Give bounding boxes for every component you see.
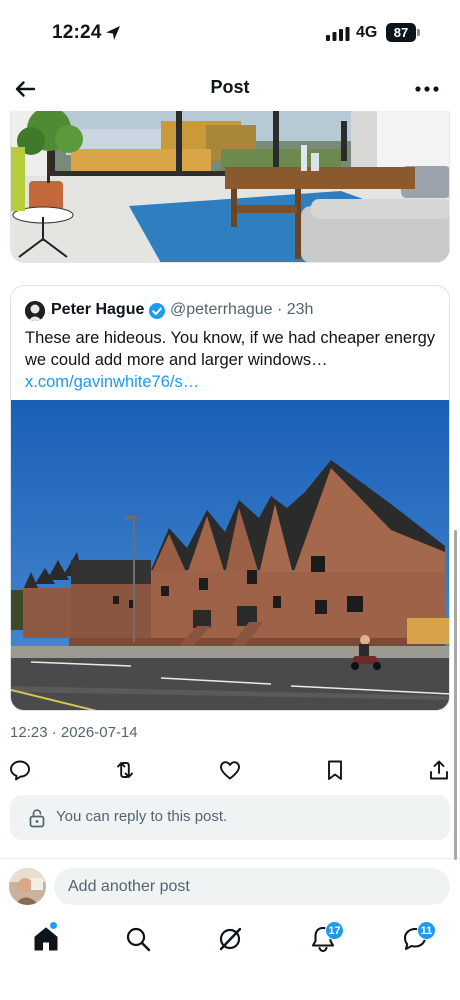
messages-badge: 11 (417, 921, 436, 940)
repost-icon[interactable] (113, 758, 137, 782)
network-type: 4G (356, 24, 378, 41)
add-post-input[interactable]: Add another post (54, 868, 450, 905)
lock-icon (29, 809, 45, 828)
page-title: Post (210, 77, 250, 97)
reply-restriction-notice: You can reply to this post. (10, 795, 450, 840)
post-timestamp: 12:23 · 2026-07-14 (10, 724, 138, 741)
divider (0, 858, 460, 859)
user-avatar[interactable] (9, 868, 46, 905)
quote-media-image[interactable] (11, 400, 449, 710)
quoted-post-card[interactable]: Peter Hague @peterrhague · 23h These are… (10, 285, 450, 711)
grok-icon[interactable] (215, 924, 245, 954)
battery-tip (417, 29, 420, 36)
quote-author-name[interactable]: Peter Hague (51, 301, 144, 319)
post-media-image[interactable] (10, 111, 450, 263)
quote-author-avatar[interactable] (25, 301, 45, 321)
home-unread-dot (50, 922, 57, 929)
notifications-badge: 17 (325, 921, 344, 940)
search-icon[interactable] (123, 924, 153, 954)
like-icon[interactable] (218, 758, 242, 782)
home-icon[interactable] (31, 924, 61, 954)
scrollbar[interactable] (454, 530, 457, 860)
reply-icon[interactable] (8, 758, 32, 782)
quote-link[interactable]: x.com/gavinwhite76/s… (25, 371, 199, 393)
living-room-photo (11, 111, 449, 262)
quote-author-handle: @peterrhague · 23h (170, 301, 314, 318)
reply-restriction-text: You can reply to this post. (56, 808, 228, 825)
signal-icon (326, 27, 350, 41)
quote-text: These are hideous. You know, if we had c… (25, 329, 436, 369)
status-time: 12:24 (52, 22, 102, 43)
bookmark-icon[interactable] (323, 758, 347, 782)
top-header: Post (0, 64, 460, 112)
houses-photo (11, 400, 449, 710)
share-icon[interactable] (427, 758, 451, 782)
status-bar: 12:24 4G 87 (0, 0, 460, 64)
battery-level: 87 (386, 23, 416, 42)
more-options-icon[interactable] (410, 74, 444, 104)
verified-badge-icon (149, 303, 165, 319)
location-arrow-icon (106, 26, 120, 40)
